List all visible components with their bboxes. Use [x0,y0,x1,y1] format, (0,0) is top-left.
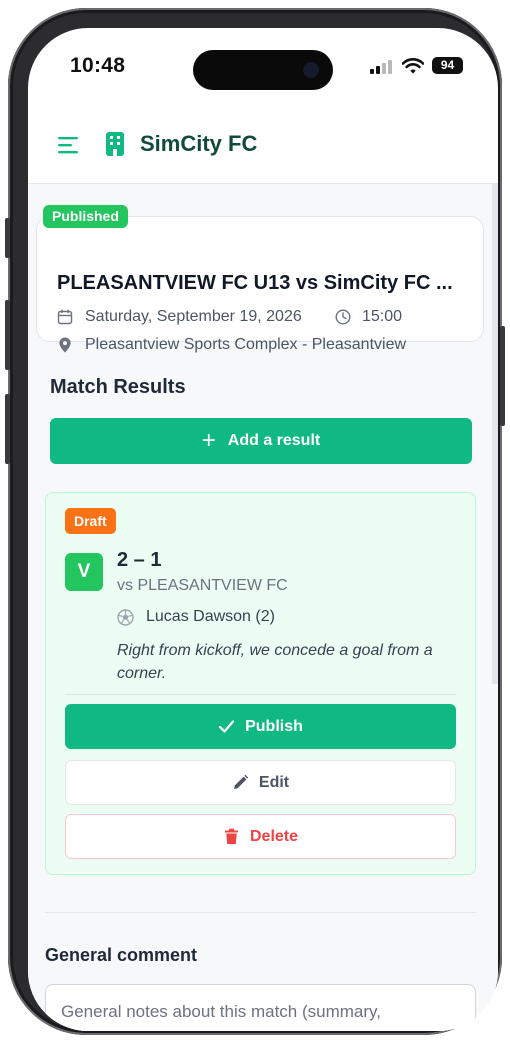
result-opponent: vs PLEASANTVIEW FC [117,577,288,594]
trash-icon [224,828,238,844]
dynamic-island [193,50,333,90]
location-pin-icon [59,337,71,353]
wifi-icon [402,58,424,74]
match-card: PLEASANTVIEW FC U13 vs SimCity FC ... Sa… [36,216,484,353]
result-scorer: Lucas Dawson (2) [146,608,275,625]
result-outcome-badge: V [65,553,103,591]
screen: 10:48 94 SimCity FC PLEASANTVIEW FC U13 … [28,28,498,1031]
power-button [500,326,505,426]
publish-label: Publish [245,717,303,735]
match-date: Saturday, September 19, 2026 [85,308,302,325]
status-time: 10:48 [70,54,126,77]
volume-up-button [5,300,10,370]
match-location: Pleasantview Sports Complex - Pleasantvi… [85,336,407,353]
phone-frame: 10:48 94 SimCity FC PLEASANTVIEW FC U13 … [5,8,505,1035]
edit-label: Edit [258,773,290,791]
app-title: SimCity FC [140,131,258,156]
cellular-signal-icon [370,60,392,74]
silent-switch [5,218,10,258]
building-logo-icon [106,132,124,156]
general-comment-input[interactable] [45,984,476,1031]
edit-button[interactable]: Edit [65,760,456,805]
publish-button[interactable]: Publish [65,704,456,749]
app-bar: SimCity FC [28,104,498,184]
status-bar: 10:48 94 [28,28,498,104]
result-card: Draft V 2 – 1 vs PLEASANTVIEW FC Lucas D… [45,492,476,875]
delete-label: Delete [249,827,299,845]
main-content: PLEASANTVIEW FC U13 vs SimCity FC ... Sa… [28,184,498,1031]
status-badge-draft: Draft [65,508,116,534]
soccer-ball-icon [117,609,134,626]
status-badge-published: Published [43,205,128,228]
volume-down-button [5,394,10,464]
pencil-icon [233,774,249,789]
match-title: PLEASANTVIEW FC U13 vs SimCity FC ... [57,272,453,294]
match-time: 15:00 [362,308,403,325]
divider [65,694,456,695]
plus-icon: + [201,427,216,454]
menu-icon[interactable] [58,136,80,154]
clock-icon [335,309,351,325]
check-icon [219,720,235,733]
add-result-label: Add a result [227,432,321,449]
section-divider [45,912,476,913]
calendar-icon [57,309,73,325]
result-score: 2 – 1 [117,549,162,571]
section-title-match-results: Match Results [50,376,186,398]
camera-icon [303,62,319,78]
result-comment: Right from kickoff, we concede a goal fr… [117,642,433,682]
scrollbar[interactable] [492,184,498,684]
add-result-button[interactable]: + Add a result [50,418,472,464]
battery-icon: 94 [432,57,463,74]
general-comment-title: General comment [45,945,198,965]
delete-button[interactable]: Delete [65,814,456,859]
